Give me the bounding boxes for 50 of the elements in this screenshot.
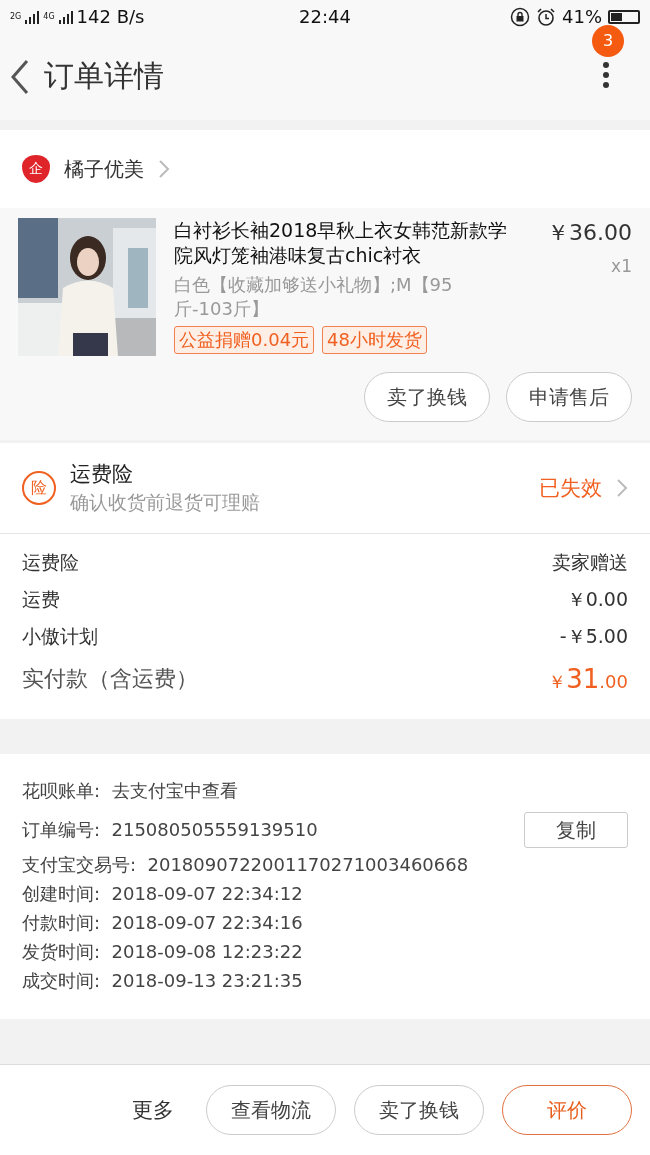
info-text: 花呗账单: 去支付宝中查看	[22, 779, 238, 803]
action-button[interactable]: 申请售后	[506, 372, 632, 422]
chevron-icon	[616, 478, 628, 498]
info-text: 付款时间: 2018-09-07 22:34:16	[22, 910, 303, 935]
fee-label: 小傲计划	[22, 623, 98, 649]
signal-icon	[24, 8, 41, 25]
insurance-title: 运费险	[70, 461, 134, 488]
info-text: 成交时间: 2018-09-13 23:21:35	[22, 968, 303, 993]
rotation-lock-icon	[510, 6, 530, 27]
clock-time: 22:44	[299, 6, 351, 27]
info-text: 发货时间: 2018-09-08 12:23:22	[22, 939, 303, 964]
signal-icon	[57, 8, 74, 25]
fee-label: 运费险	[22, 549, 79, 575]
fee-value: ￥0.00	[566, 586, 628, 612]
total-amount: ￥31.00	[548, 664, 628, 694]
fee-value: -￥5.00	[559, 623, 628, 649]
fee-value: 卖家赠送	[552, 549, 628, 575]
network-speed: 142 B/s	[76, 6, 145, 27]
action-button[interactable]: 卖了换钱	[364, 372, 490, 422]
insurance-icon: 险	[22, 471, 56, 505]
back-icon[interactable]	[10, 58, 30, 95]
tag: 公益捐赠0.04元	[174, 326, 315, 355]
chevron-icon	[158, 159, 170, 179]
copy-button[interactable]: 复制	[524, 812, 628, 848]
tag: 48小时发货	[322, 326, 427, 355]
alarm-icon	[536, 6, 556, 27]
insurance-subtitle: 确认收货前退货可理赔	[70, 490, 261, 515]
product-price: ￥36.00	[547, 219, 632, 247]
shop-row[interactable]: 企 橘子优美	[0, 130, 650, 208]
fee-label: 运费	[22, 586, 60, 612]
product-spec: 白色【收藏加够送小礼物】;M【95斤-103斤】	[174, 273, 454, 321]
info-text: 支付宝交易号: 2018090722001170271003460668	[22, 852, 469, 877]
action-button[interactable]: 卖了换钱	[354, 1085, 484, 1135]
info-text: 订单编号: 215080505559139510	[22, 818, 318, 842]
battery-icon	[608, 9, 640, 24]
more-link[interactable]: 更多	[132, 1096, 174, 1124]
network-label: 4G	[43, 12, 55, 21]
product-quantity: x1	[611, 256, 632, 276]
action-button[interactable]: 评价	[502, 1085, 632, 1135]
battery-percent: 41%	[562, 6, 602, 27]
insurance-row[interactable]: 险 运费险 确认收货前退货可理赔 已失效	[0, 443, 650, 534]
total-label: 实付款（含运费）	[22, 665, 198, 693]
action-button[interactable]: 查看物流	[206, 1085, 336, 1135]
shop-name: 橘子优美	[64, 155, 144, 183]
info-text: 创建时间: 2018-09-07 22:34:12	[22, 881, 303, 906]
insurance-status: 已失效	[539, 475, 602, 502]
product-title[interactable]: 白衬衫长袖2018早秋上衣女韩范新款学院风灯笼袖港味复古chic衬衣	[174, 218, 508, 268]
network-label: 2G	[10, 12, 22, 21]
page-title: 订单详情	[44, 57, 165, 95]
shield-icon: 企	[22, 155, 50, 183]
